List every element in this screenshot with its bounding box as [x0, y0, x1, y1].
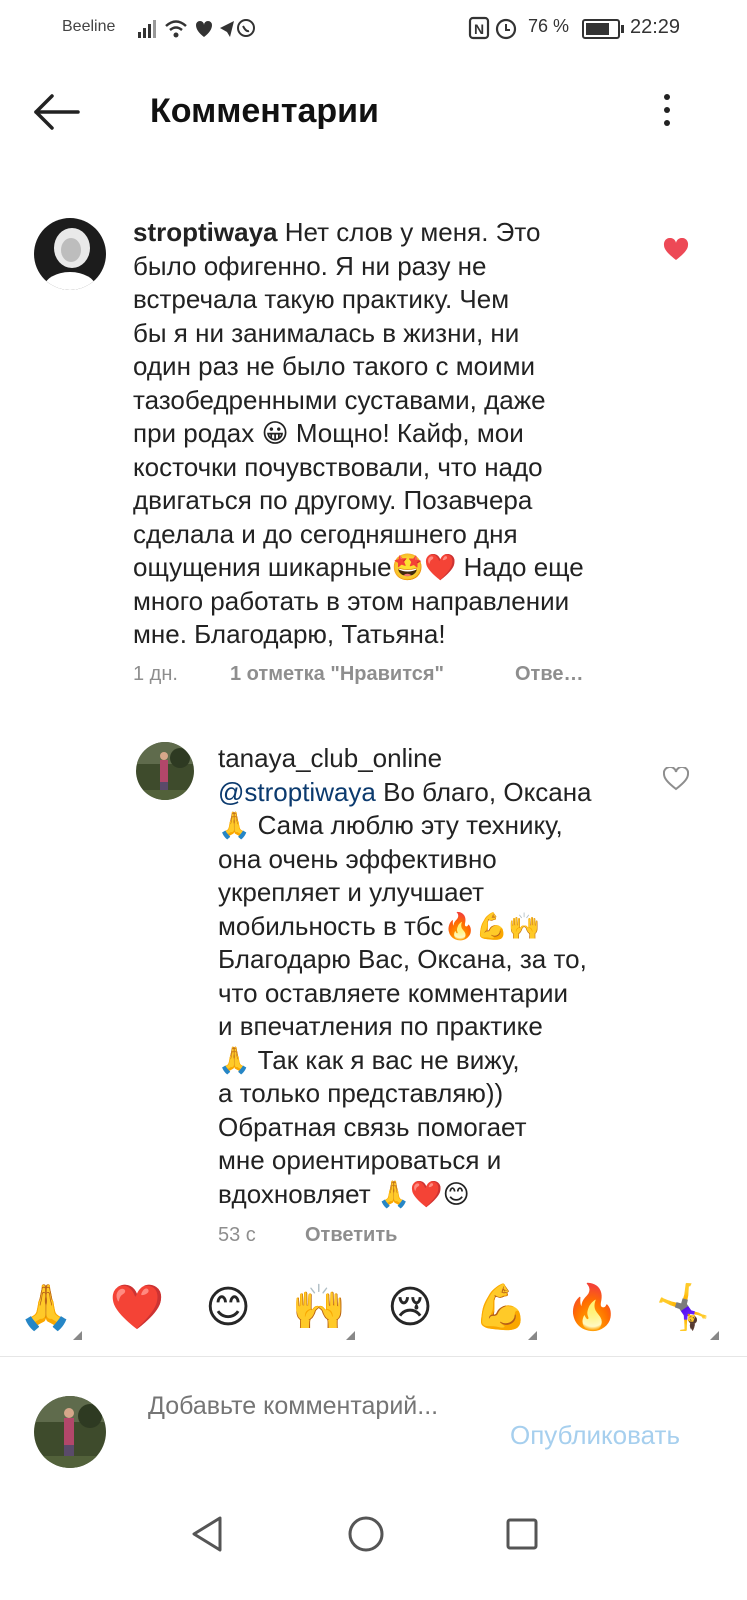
svg-text:N: N	[474, 21, 484, 37]
heart-filled-icon	[663, 237, 689, 260]
comment-time: 1 дн.	[133, 663, 178, 685]
nav-recents-button[interactable]	[500, 1512, 544, 1556]
comment-text-1: stroptiwaya Нет слов у меня. Это было оф…	[133, 217, 584, 649]
emoji-cartwheel[interactable]: 🤸‍♀️	[653, 1278, 719, 1340]
publish-button[interactable]: Опубликовать	[510, 1420, 680, 1451]
nfc-icon: N	[468, 16, 517, 40]
reply-button-1[interactable]: Отве…	[515, 663, 584, 686]
recents-square-icon	[506, 1518, 538, 1550]
nav-back-button[interactable]	[186, 1512, 230, 1556]
avatar-tanaya-club-online[interactable]	[136, 742, 194, 800]
emoji-quick-bar: 🙏 ❤️ 😊 🙌 😢 💪 🔥 🤸‍♀️	[0, 1278, 747, 1348]
composer-avatar	[34, 1396, 106, 1468]
clock: 22:29	[630, 16, 681, 38]
comment-input[interactable]	[148, 1390, 488, 1460]
emoji-raised-hands[interactable]: 🙌	[289, 1278, 355, 1340]
battery-percent: 76 %	[528, 16, 570, 36]
reply-button-2[interactable]: Ответить	[305, 1224, 397, 1247]
comment-time: 53 с	[218, 1224, 256, 1246]
emoji-flexed-biceps[interactable]: 💪	[471, 1278, 537, 1340]
nav-home-button[interactable]	[344, 1512, 388, 1556]
back-triangle-icon	[192, 1516, 222, 1552]
avatar-stroptiwaya[interactable]	[34, 218, 106, 290]
arrow-left-icon	[34, 94, 80, 130]
emoji-pray[interactable]: 🙏	[16, 1278, 82, 1340]
comment-text-2: tanaya_club_online @stroptiwaya Во благо…	[218, 743, 592, 1209]
emoji-heart[interactable]: ❤️	[107, 1278, 167, 1338]
mention-link[interactable]: @stroptiwaya	[218, 777, 376, 807]
carrier-label: Beeline	[62, 18, 116, 35]
emoji-crying[interactable]: 😢	[380, 1278, 440, 1338]
signal-icon	[138, 19, 255, 38]
divider	[0, 1356, 747, 1357]
comment-username[interactable]: stroptiwaya	[133, 217, 278, 247]
back-button[interactable]	[30, 88, 82, 136]
signal-wifi-icons	[136, 16, 256, 47]
likes-count-link[interactable]: 1 отметка "Нравится"	[230, 663, 444, 686]
emoji-smile[interactable]: 😊	[198, 1278, 258, 1338]
emoji-fire[interactable]: 🔥	[562, 1278, 622, 1338]
more-options-button[interactable]	[660, 94, 674, 134]
comment-username[interactable]: tanaya_club_online	[218, 743, 442, 773]
heart-outline-icon	[662, 765, 690, 791]
comment-meta-1: 1 дн.	[133, 663, 178, 686]
battery-icon	[582, 19, 624, 39]
home-circle-icon	[348, 1516, 384, 1552]
like-button-2[interactable]	[662, 765, 690, 791]
comment-meta-2: 53 с	[218, 1224, 256, 1247]
more-vertical-icon	[660, 94, 674, 126]
nfc-alarm-icons: N	[468, 15, 524, 47]
system-nav-bar	[0, 1490, 747, 1600]
page-title: Комментарии	[150, 92, 379, 130]
like-button-1[interactable]	[663, 237, 689, 262]
status-bar: Beeline N 76 % 22:29	[0, 0, 747, 60]
